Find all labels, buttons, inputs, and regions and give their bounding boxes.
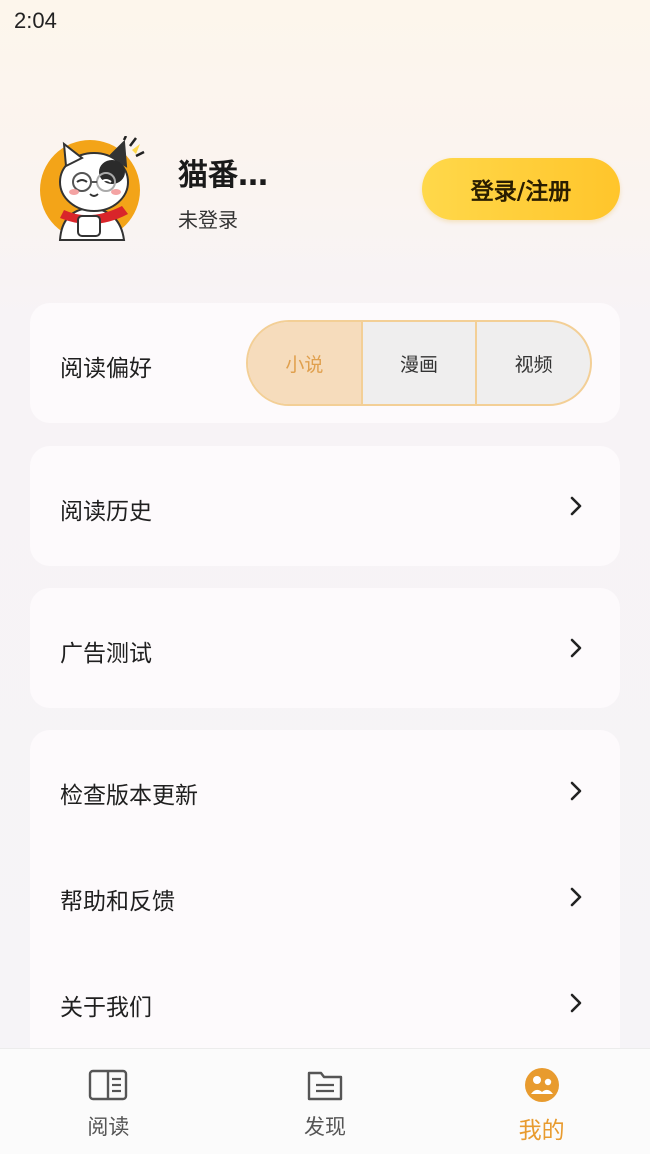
reading-preference-segmented-control: 小说 漫画 视频 — [246, 320, 592, 406]
login-status: 未登录 — [178, 208, 238, 232]
reading-preference-card: 阅读偏好 小说 漫画 视频 — [30, 303, 620, 423]
bottom-nav: 阅读 发现 我的 — [0, 1048, 650, 1154]
help-feedback-row[interactable]: 帮助和反馈 — [30, 842, 620, 948]
cat-avatar-icon — [40, 135, 145, 241]
nav-label-mine: 我的 — [518, 1118, 565, 1144]
chevron-right-icon — [566, 636, 586, 660]
chevron-right-icon — [566, 885, 586, 909]
login-register-button[interactable]: 登录/注册 — [422, 158, 620, 220]
reading-history-label: 阅读历史 — [60, 499, 152, 525]
check-update-row[interactable]: 检查版本更新 — [30, 730, 620, 842]
chevron-right-icon — [566, 494, 586, 518]
nav-tab-mine[interactable]: 我的 — [433, 1049, 650, 1154]
chevron-right-icon — [566, 991, 586, 1015]
about-us-label: 关于我们 — [60, 995, 152, 1021]
nav-tab-discover[interactable]: 发现 — [217, 1049, 434, 1154]
segment-comic[interactable]: 漫画 — [360, 322, 476, 404]
chevron-right-icon — [566, 779, 586, 803]
nav-tab-read[interactable]: 阅读 — [0, 1049, 217, 1154]
segment-video[interactable]: 视频 — [475, 322, 590, 404]
nav-label-discover: 发现 — [304, 1115, 346, 1139]
settings-group-card: 检查版本更新 帮助和反馈 关于我们 — [30, 730, 620, 1070]
reading-history-row[interactable]: 阅读历史 — [30, 446, 620, 566]
ad-test-label: 广告测试 — [60, 641, 152, 667]
reading-preference-label: 阅读偏好 — [60, 356, 152, 382]
book-open-icon — [88, 1067, 128, 1103]
status-time: 2:04 — [14, 8, 57, 33]
nav-label-read: 阅读 — [87, 1115, 130, 1139]
avatar[interactable] — [38, 135, 146, 244]
help-feedback-label: 帮助和反馈 — [60, 889, 175, 915]
segment-novel[interactable]: 小说 — [248, 322, 361, 404]
about-us-row[interactable]: 关于我们 — [30, 948, 620, 1054]
username: 猫番… — [178, 158, 268, 193]
ad-test-row[interactable]: 广告测试 — [30, 588, 620, 708]
profile-face-icon — [522, 1067, 562, 1103]
folder-icon — [305, 1067, 345, 1103]
check-update-label: 检查版本更新 — [60, 783, 198, 809]
